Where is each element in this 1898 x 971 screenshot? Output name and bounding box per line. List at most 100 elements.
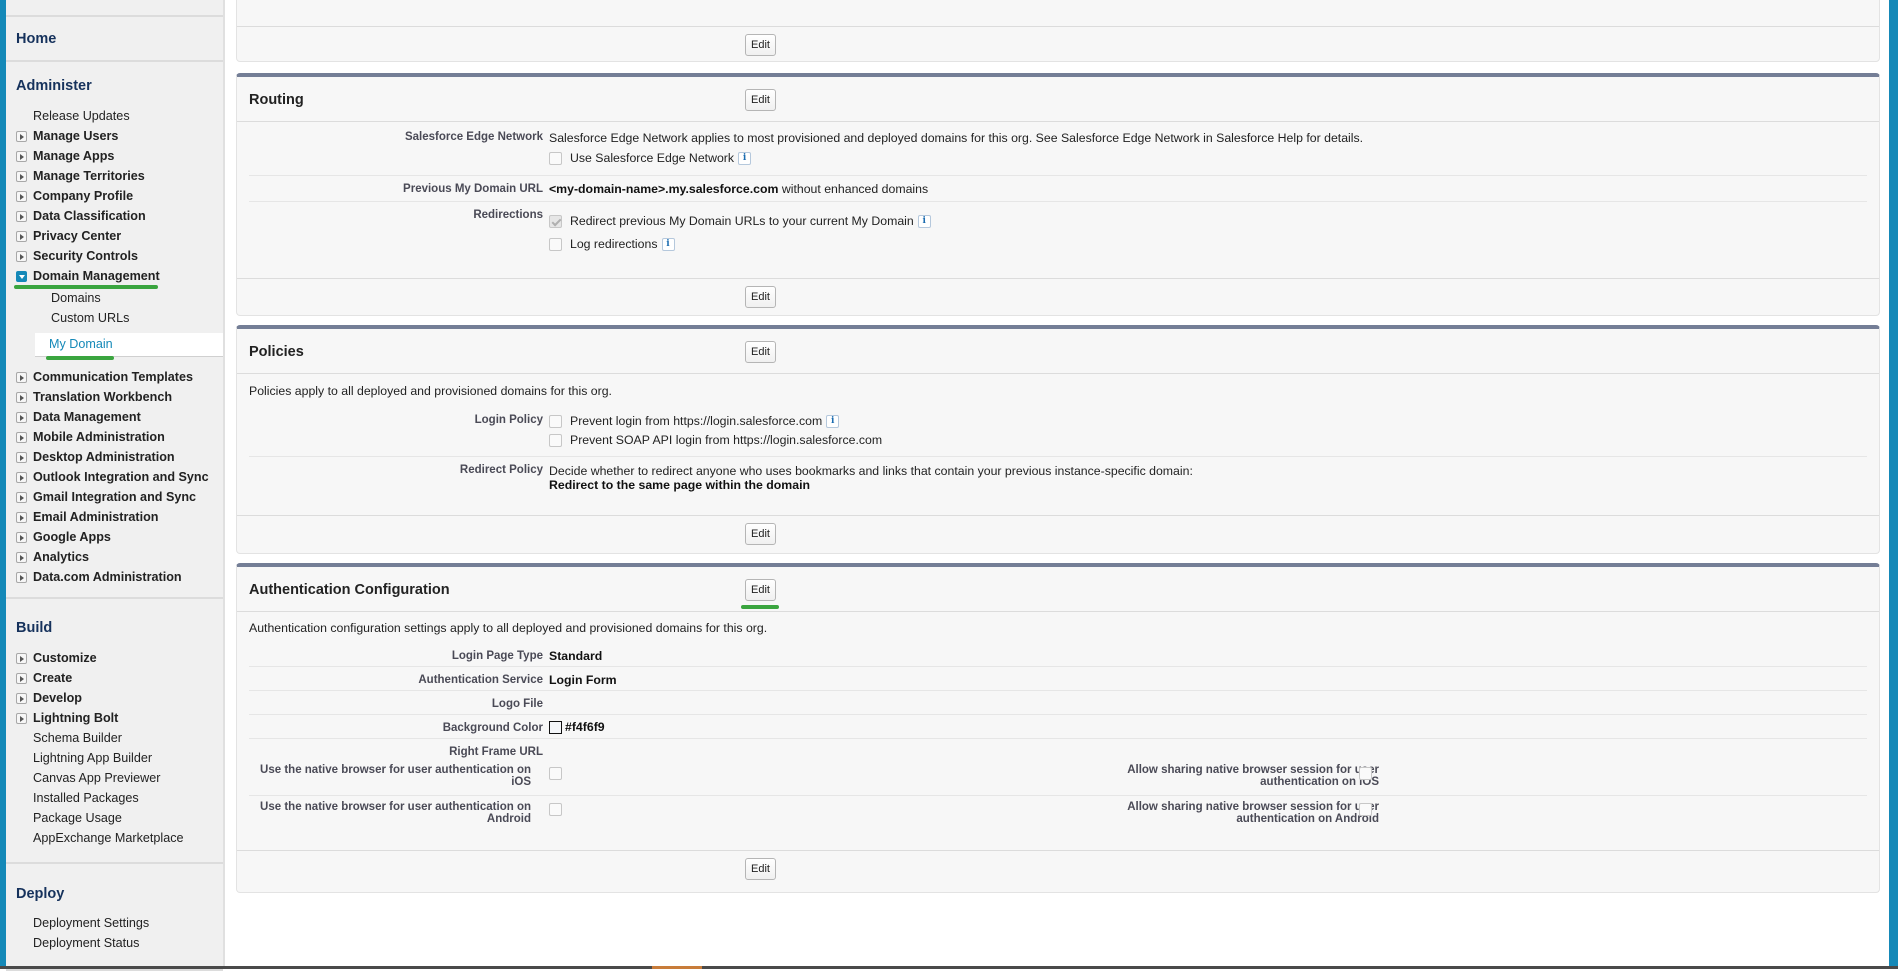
sidebar-item-privacy-center[interactable]: Privacy Center <box>6 226 223 246</box>
expand-icon[interactable] <box>16 673 27 684</box>
domain-pattern: <my-domain-name>.my.salesforce.com <box>549 182 779 196</box>
sidebar-item-schema-builder[interactable]: Schema Builder <box>6 728 223 748</box>
sidebar-item-outlook-integration[interactable]: Outlook Integration and Sync <box>6 467 223 487</box>
sidebar-top-divider <box>6 0 223 17</box>
share-session-ios-checkbox[interactable] <box>1359 767 1372 781</box>
sidebar-item-label: Translation Workbench <box>33 390 173 404</box>
sidebar-item-domain-management[interactable]: Domain Management <box>6 266 223 289</box>
sidebar-item-gmail-integration[interactable]: Gmail Integration and Sync <box>6 487 223 507</box>
redirect-checkbox[interactable] <box>549 215 562 229</box>
sidebar-item-lightning-bolt[interactable]: Lightning Bolt <box>6 708 223 728</box>
sidebar-item-label: Analytics <box>33 550 89 564</box>
panel-header: Authentication Configuration Edit <box>237 567 1879 612</box>
expand-icon[interactable] <box>16 251 27 262</box>
native-browser-android-checkbox[interactable] <box>549 803 562 817</box>
info-icon[interactable]: i <box>826 415 840 429</box>
field-row-edge-network: Salesforce Edge Network Salesforce Edge … <box>249 122 1867 176</box>
sidebar-item-datacom-administration[interactable]: Data.com Administration <box>6 567 223 587</box>
sidebar-item-desktop-administration[interactable]: Desktop Administration <box>6 447 223 467</box>
sidebar-item-label: Lightning App Builder <box>33 751 153 765</box>
auth-service-value: Login Form <box>549 673 617 687</box>
field-label: Allow sharing native browser session for… <box>1021 801 1379 825</box>
sidebar-item-deployment-settings[interactable]: Deployment Settings <box>6 913 223 933</box>
sidebar-item-communication-templates[interactable]: Communication Templates <box>6 367 223 387</box>
info-icon[interactable]: i <box>917 215 931 229</box>
sidebar-home-section: Home <box>6 17 223 62</box>
sidebar-item-custom-urls[interactable]: Custom URLs <box>6 308 223 328</box>
sidebar-item-create[interactable]: Create <box>6 668 223 688</box>
collapse-icon[interactable] <box>16 271 27 282</box>
expand-icon[interactable] <box>16 572 27 583</box>
field-value: Standard <box>549 649 602 663</box>
sidebar-item-installed-packages[interactable]: Installed Packages <box>6 788 223 808</box>
expand-icon[interactable] <box>16 532 27 543</box>
edit-button[interactable]: Edit <box>745 89 776 111</box>
sidebar-home-link[interactable]: Home <box>6 17 223 62</box>
edit-button[interactable]: Edit <box>745 858 776 880</box>
sidebar-item-my-domain[interactable]: My Domain <box>35 333 223 360</box>
expand-icon[interactable] <box>16 151 27 162</box>
info-icon[interactable]: i <box>661 238 675 252</box>
use-edge-network-checkbox[interactable] <box>549 152 562 166</box>
sidebar-item-translation-workbench[interactable]: Translation Workbench <box>6 387 223 407</box>
expand-icon[interactable] <box>16 693 27 704</box>
expand-icon[interactable] <box>16 512 27 523</box>
expand-icon[interactable] <box>16 231 27 242</box>
field-value: Salesforce Edge Network applies to most … <box>549 131 1364 145</box>
sidebar-item-appexchange-marketplace[interactable]: AppExchange Marketplace <box>6 828 223 848</box>
sidebar-item-data-classification[interactable]: Data Classification <box>6 206 223 226</box>
sidebar-item-email-administration[interactable]: Email Administration <box>6 507 223 527</box>
sidebar-item-google-apps[interactable]: Google Apps <box>6 527 223 547</box>
prevent-login-checkbox[interactable] <box>549 415 562 429</box>
expand-icon[interactable] <box>16 131 27 142</box>
sidebar-item-label: Manage Territories <box>33 169 145 183</box>
native-browser-ios-checkbox[interactable] <box>549 767 562 781</box>
expand-icon[interactable] <box>16 412 27 423</box>
expand-icon[interactable] <box>16 392 27 403</box>
expand-icon[interactable] <box>16 472 27 483</box>
expand-icon[interactable] <box>16 432 27 443</box>
field-label: Salesforce Edge Network <box>404 131 543 143</box>
sidebar-item-label: Domain Management <box>33 269 160 283</box>
expand-icon[interactable] <box>16 171 27 182</box>
sidebar-item-canvas-app-previewer[interactable]: Canvas App Previewer <box>6 768 223 788</box>
expand-icon[interactable] <box>16 713 27 724</box>
sidebar-item-customize[interactable]: Customize <box>6 648 223 668</box>
expand-icon[interactable] <box>16 492 27 503</box>
sidebar-item-package-usage[interactable]: Package Usage <box>6 808 223 828</box>
expand-icon[interactable] <box>16 372 27 383</box>
expand-icon[interactable] <box>16 452 27 463</box>
sidebar-item-label: Desktop Administration <box>33 450 175 464</box>
expand-icon[interactable] <box>16 191 27 202</box>
sidebar-item-manage-apps[interactable]: Manage Apps <box>6 146 223 166</box>
edit-button[interactable]: Edit <box>745 286 776 308</box>
edit-button[interactable]: Edit <box>745 523 776 545</box>
expand-icon[interactable] <box>16 552 27 563</box>
expand-icon[interactable] <box>16 653 27 664</box>
sidebar-item-domains[interactable]: Domains <box>6 288 223 308</box>
sidebar-item-data-management[interactable]: Data Management <box>6 407 223 427</box>
native-android-field <box>549 802 570 817</box>
sidebar-item-analytics[interactable]: Analytics <box>6 547 223 567</box>
edit-button[interactable]: Edit <box>745 34 776 56</box>
prevent-soap-login-checkbox[interactable] <box>549 434 562 448</box>
field-label: Redirect Policy <box>459 464 543 476</box>
sidebar-item-manage-territories[interactable]: Manage Territories <box>6 166 223 186</box>
info-icon[interactable]: i <box>738 152 752 166</box>
log-redirections-checkbox[interactable] <box>549 238 562 252</box>
sidebar-item-develop[interactable]: Develop <box>6 688 223 708</box>
build-list: Customize Create Develop Lightning Bolt … <box>6 648 223 848</box>
sidebar-item-release-updates[interactable]: Release Updates <box>6 106 223 126</box>
edit-button[interactable]: Edit <box>745 341 776 363</box>
edit-button[interactable]: Edit <box>745 579 776 601</box>
sidebar-item-deployment-status[interactable]: Deployment Status <box>6 933 223 953</box>
sidebar-item-company-profile[interactable]: Company Profile <box>6 186 223 206</box>
share-session-android-checkbox[interactable] <box>1359 803 1372 817</box>
sidebar-item-manage-users[interactable]: Manage Users <box>6 126 223 146</box>
sidebar-item-label: Communication Templates <box>33 370 194 384</box>
sidebar-item-label: Mobile Administration <box>33 430 165 444</box>
sidebar-item-security-controls[interactable]: Security Controls <box>6 246 223 266</box>
sidebar-item-mobile-administration[interactable]: Mobile Administration <box>6 427 223 447</box>
expand-icon[interactable] <box>16 211 27 222</box>
sidebar-item-lightning-app-builder[interactable]: Lightning App Builder <box>6 748 223 768</box>
